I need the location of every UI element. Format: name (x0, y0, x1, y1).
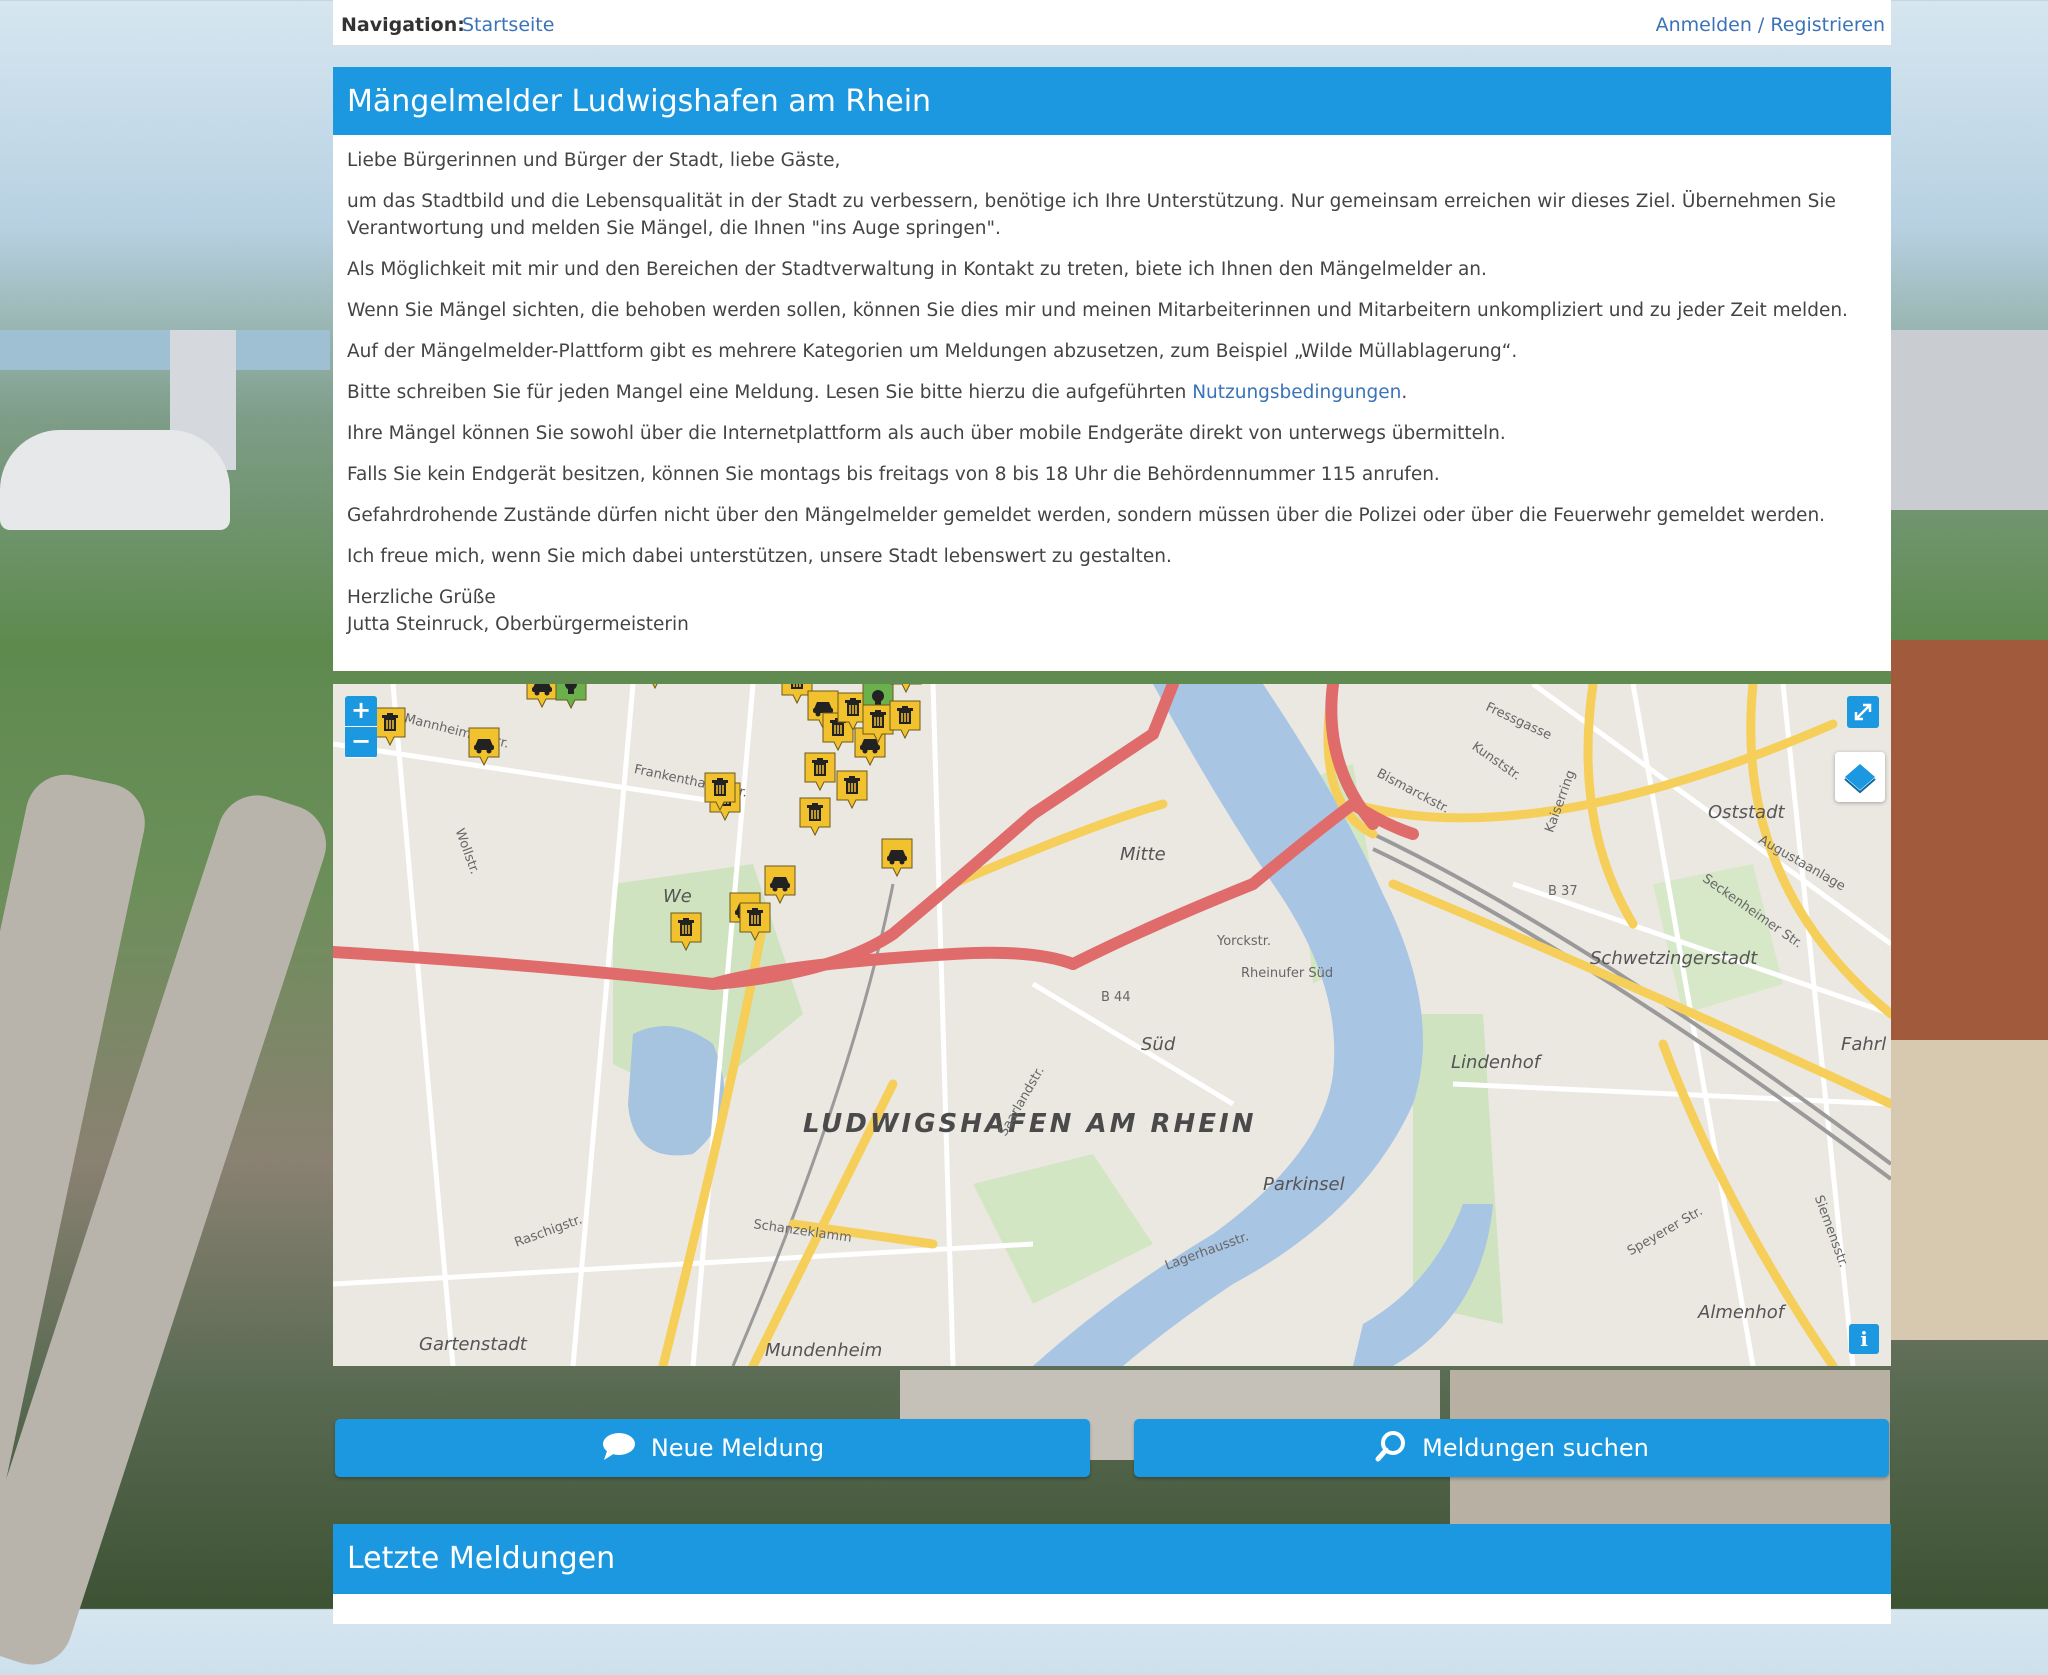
signature: Jutta Steinruck, Oberbürgermeisterin (347, 614, 689, 635)
trash-marker[interactable] (799, 797, 831, 837)
car-marker[interactable] (764, 865, 796, 905)
district-label: Lindenhof (1451, 1052, 1541, 1073)
attribution-info-button[interactable]: i (1849, 1324, 1879, 1354)
trash-marker[interactable] (739, 902, 771, 942)
new-report-button[interactable]: Neue Meldung (335, 1419, 1090, 1477)
trash-marker[interactable] (704, 772, 736, 812)
fullscreen-button[interactable] (1847, 696, 1879, 728)
intro-paragraph: Als Möglichkeit mit mir und den Bereiche… (347, 259, 1487, 280)
district-label: Gartenstadt (419, 1334, 527, 1355)
zoom-control: + − (345, 696, 377, 758)
new-report-label: Neue Meldung (650, 1434, 825, 1462)
lightbulb-marker[interactable] (555, 684, 587, 710)
zoom-out-button[interactable]: − (345, 727, 377, 758)
car-marker[interactable] (526, 684, 558, 709)
trash-marker[interactable] (890, 684, 922, 694)
district-label: Süd (1141, 1034, 1176, 1055)
search-reports-label: Meldungen suchen (1422, 1434, 1649, 1462)
intro-paragraph: um das Stadtbild und die Lebensqualität … (347, 191, 1836, 239)
top-navigation: Navigation: Startseite Anmelden / Regist… (333, 0, 1891, 46)
layers-icon (1844, 764, 1876, 794)
zoom-in-button[interactable]: + (345, 696, 377, 727)
street-label: Yorckstr. (1217, 934, 1272, 949)
login-register-link[interactable]: Anmelden / Registrieren (1656, 0, 1885, 50)
map-tiles (333, 684, 1891, 1366)
district-label: Oststadt (1708, 802, 1785, 823)
reports-map[interactable]: LUDWIGSHAFEN AM RHEIN Mitte Süd Oststadt… (333, 684, 1891, 1366)
speech-bubble-icon (602, 1433, 635, 1460)
district-label: Mitte (1120, 844, 1166, 865)
street-label: Rheinufer Süd (1241, 966, 1334, 981)
district-label: Parkinsel (1263, 1174, 1345, 1195)
expand-icon (1854, 703, 1872, 721)
district-label: Almenhof (1698, 1302, 1785, 1323)
trash-marker[interactable] (889, 700, 921, 740)
intro-greeting: Liebe Bürgerinnen und Bürger der Stadt, … (347, 150, 841, 171)
intro-panel: Mängelmelder Ludwigshafen am Rhein Liebe… (333, 67, 1891, 671)
layer-switcher-button[interactable] (1835, 752, 1885, 802)
intro-paragraph: Bitte schreiben Sie für jeden Mangel ein… (347, 382, 1408, 403)
district-label: Schwetzingerstadt (1590, 948, 1758, 969)
district-label: Fahrl (1841, 1034, 1887, 1055)
car-marker[interactable] (468, 727, 500, 767)
district-label: Mundenheim (765, 1340, 883, 1361)
street-label: B 37 (1548, 884, 1578, 899)
trash-marker[interactable] (639, 684, 671, 690)
closing: Herzliche Grüße (347, 587, 496, 608)
trash-marker[interactable] (836, 770, 868, 810)
trash-marker[interactable] (374, 707, 406, 747)
street-label: B 44 (1101, 990, 1131, 1005)
intro-title: Mängelmelder Ludwigshafen am Rhein (333, 67, 1891, 135)
intro-paragraph: Wenn Sie Mängel sichten, die behoben wer… (347, 300, 1848, 321)
intro-paragraph: Ihre Mängel können Sie sowohl über die I… (347, 423, 1506, 444)
recent-reports-panel: Letzte Meldungen (333, 1524, 1891, 1624)
navigation-label: Navigation: (341, 14, 465, 36)
terms-of-use-link[interactable]: Nutzungsbedingungen (1192, 382, 1401, 403)
intro-paragraph: Falls Sie kein Endgerät besitzen, können… (347, 464, 1440, 485)
trash-marker[interactable] (670, 912, 702, 952)
car-marker[interactable] (881, 838, 913, 878)
district-label: We (663, 886, 692, 907)
intro-paragraph: Ich freue mich, wenn Sie mich dabei unte… (347, 546, 1172, 567)
intro-body: Liebe Bürgerinnen und Bürger der Stadt, … (333, 135, 1891, 650)
search-icon (1375, 1431, 1406, 1462)
trash-marker[interactable] (804, 752, 836, 792)
city-label: LUDWIGSHAFEN AM RHEIN (803, 1109, 1257, 1139)
search-reports-button[interactable]: Meldungen suchen (1134, 1419, 1889, 1477)
intro-paragraph: Gefahrdrohende Zustände dürfen nicht übe… (347, 505, 1826, 526)
nav-link-home[interactable]: Startseite (462, 0, 554, 50)
recent-reports-title: Letzte Meldungen (333, 1524, 1891, 1594)
intro-paragraph: Auf der Mängelmelder-Plattform gibt es m… (347, 341, 1518, 362)
